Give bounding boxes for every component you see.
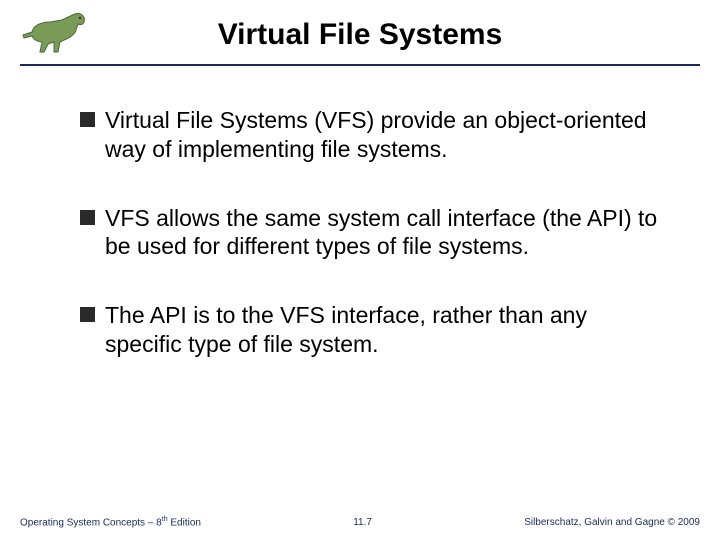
footer-right: Silberschatz, Galvin and Gagne © 2009 — [524, 517, 700, 528]
bullet-item: Virtual File Systems (VFS) provide an ob… — [80, 106, 660, 164]
bullet-text: VFS allows the same system call interfac… — [105, 204, 660, 262]
footer-left-prefix: Operating System Concepts – 8 — [20, 517, 162, 528]
slide: Virtual File Systems Virtual File System… — [0, 0, 720, 540]
footer-page-number: 11.7 — [353, 517, 372, 528]
bullet-item: The API is to the VFS interface, rather … — [80, 301, 660, 359]
square-bullet-icon — [80, 210, 95, 225]
header-rule — [20, 64, 700, 66]
slide-content: Virtual File Systems (VFS) provide an ob… — [0, 86, 720, 359]
slide-title: Virtual File Systems — [0, 18, 720, 52]
bullet-item: VFS allows the same system call interfac… — [80, 204, 660, 262]
square-bullet-icon — [80, 112, 95, 127]
bullet-text: Virtual File Systems (VFS) provide an ob… — [105, 106, 660, 164]
bullet-text: The API is to the VFS interface, rather … — [105, 301, 660, 359]
square-bullet-icon — [80, 307, 95, 322]
footer-left: Operating System Concepts – 8th Edition — [20, 516, 201, 528]
slide-footer: Operating System Concepts – 8th Edition … — [0, 516, 720, 528]
footer-left-suffix: Edition — [168, 517, 201, 528]
slide-header: Virtual File Systems — [0, 0, 720, 86]
